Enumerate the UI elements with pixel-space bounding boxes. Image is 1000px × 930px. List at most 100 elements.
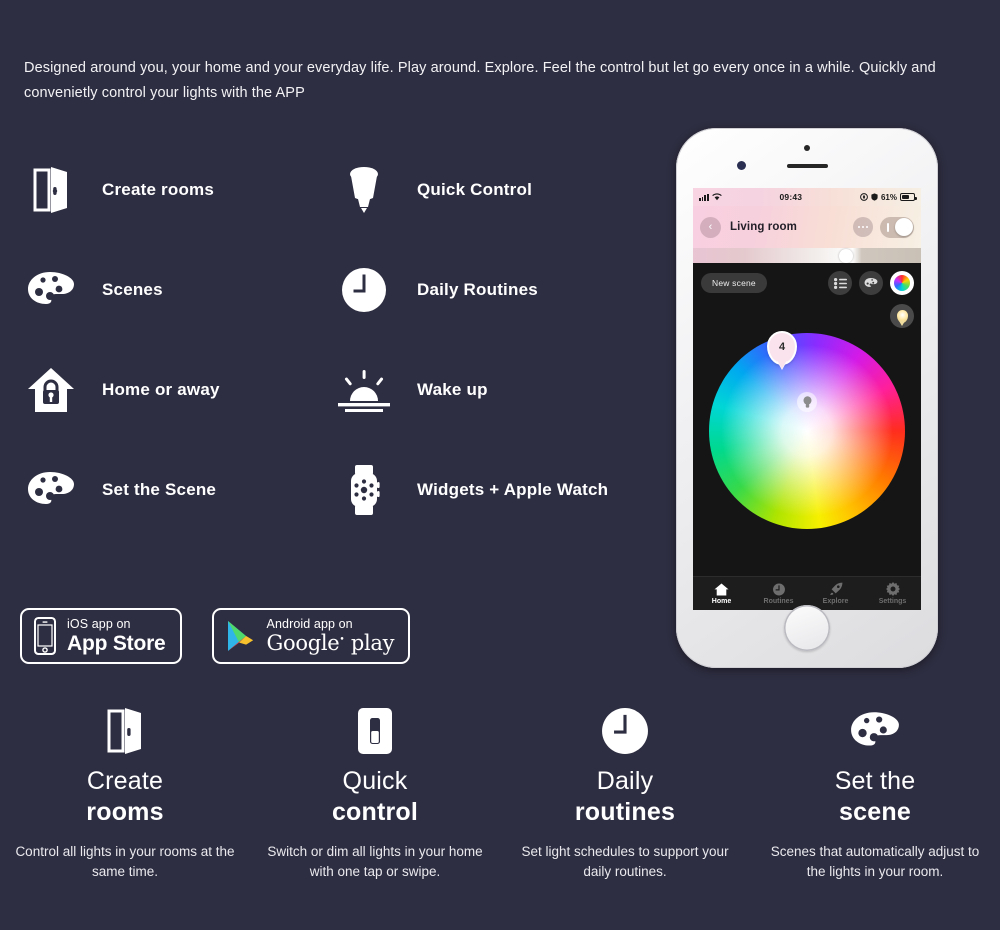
- phone-mockup: 09:43 61% ‹ Living room New scene 4 Home…: [676, 128, 938, 668]
- room-title: Living room: [730, 221, 797, 233]
- card-quick-control: Quick control Switch or dim all lights i…: [250, 702, 500, 882]
- sensor-icon: [737, 161, 746, 170]
- tab-label: Explore: [822, 598, 849, 605]
- google-play-button[interactable]: Android app on Google• play: [211, 608, 411, 664]
- card-description: Control all lights in your rooms at the …: [15, 844, 235, 879]
- card-title-line2: routines: [574, 798, 676, 826]
- card-title-line1: Create: [86, 767, 164, 795]
- light-switch-icon: [264, 702, 486, 760]
- app-store-button[interactable]: iOS app on App Store: [20, 608, 182, 664]
- feature-home-or-away[interactable]: Home or away: [0, 340, 320, 440]
- clock-icon: [772, 583, 785, 595]
- feature-row: Create rooms Quick Control: [0, 140, 660, 240]
- scene-toolbar: New scene: [693, 263, 921, 295]
- card-title-line2: rooms: [86, 798, 164, 826]
- shield-icon: [871, 193, 878, 201]
- wifi-icon: [711, 193, 722, 201]
- feature-row: Home or away Wake up: [0, 340, 660, 440]
- intro-paragraph: Designed around you, your home and your …: [24, 60, 936, 101]
- feature-create-rooms[interactable]: Create rooms: [0, 140, 320, 240]
- feature-label: Create rooms: [102, 180, 214, 199]
- card-description: Set light schedules to support your dail…: [521, 844, 729, 879]
- rocket-icon: [829, 582, 842, 595]
- feature-label: Set the Scene: [102, 480, 217, 499]
- feature-row: Set the Scene Widgets + Apple Watch: [0, 440, 660, 540]
- status-left: [699, 193, 722, 201]
- feature-label: Daily Routines: [417, 280, 538, 299]
- tab-label: Routines: [763, 597, 794, 605]
- feature-scenes[interactable]: Scenes: [0, 240, 320, 340]
- color-wheel-swatch: [894, 275, 910, 291]
- app-body: New scene 4 Home Routines Explore Settin…: [693, 263, 921, 610]
- card-create-rooms: Create rooms Control all lights in your …: [0, 702, 250, 882]
- card-title-line2: control: [331, 798, 419, 826]
- iphone-icon: [34, 617, 56, 655]
- feature-label: Wake up: [417, 380, 488, 399]
- tab-routines[interactable]: Routines: [750, 577, 807, 610]
- promo-page: Designed around you, your home and your …: [0, 0, 1000, 930]
- app-store-subtitle: iOS app on: [67, 616, 131, 631]
- color-wheel-pin-label: 4: [778, 340, 786, 353]
- apple-watch-icon: [335, 459, 393, 521]
- room-header: ‹ Living room: [693, 206, 921, 248]
- feature-quick-control[interactable]: Quick Control: [320, 140, 660, 240]
- card-title-line1: Quick: [342, 767, 408, 795]
- google-play-text: Android app on Google• play: [267, 618, 395, 655]
- feature-widgets-apple-watch[interactable]: Widgets + Apple Watch: [320, 440, 660, 540]
- feature-label: Widgets + Apple Watch: [417, 480, 609, 499]
- color-wheel-icon[interactable]: [890, 271, 914, 295]
- tab-home[interactable]: Home: [693, 577, 750, 610]
- feature-set-the-scene[interactable]: Set the Scene: [0, 440, 320, 540]
- palette-icon: [22, 459, 80, 521]
- feature-daily-routines[interactable]: Daily Routines: [320, 240, 660, 340]
- earpiece-speaker: [787, 164, 828, 168]
- power-toggle[interactable]: [880, 216, 914, 238]
- card-title-line1: Daily: [596, 767, 654, 795]
- battery-percent: 61%: [880, 192, 897, 202]
- open-door-icon: [22, 159, 80, 221]
- feature-grid: Create rooms Quick Control Scenes Daily …: [0, 140, 660, 540]
- battery-icon: [900, 193, 917, 201]
- clock-icon: [335, 259, 393, 321]
- card-set-the-scene: Set the scene Scenes that automatically …: [750, 702, 1000, 882]
- feature-label: Home or away: [102, 380, 220, 399]
- bulb-icon[interactable]: [797, 392, 817, 412]
- tab-explore[interactable]: Explore: [807, 577, 864, 610]
- phone-screen: 09:43 61% ‹ Living room New scene 4 Home…: [693, 188, 921, 610]
- color-wheel[interactable]: [709, 333, 905, 529]
- brightness-slider[interactable]: [693, 248, 921, 263]
- card-title-line2: scene: [839, 798, 911, 826]
- pin-shape: [896, 309, 908, 326]
- chevron-left-icon[interactable]: ‹: [700, 216, 721, 238]
- palette-icon[interactable]: [859, 271, 883, 295]
- google-play-title: Google• play: [266, 631, 395, 656]
- card-description: Scenes that automatically adjust to the …: [770, 844, 980, 879]
- light-bulb-icon: [335, 159, 393, 221]
- app-store-title: App Store: [67, 632, 166, 656]
- new-scene-button[interactable]: New scene: [701, 273, 767, 293]
- front-camera-icon: [804, 145, 810, 151]
- ellipsis-icon[interactable]: [853, 217, 873, 237]
- sunrise-icon: [335, 359, 393, 421]
- brightness-slider-handle[interactable]: [838, 248, 853, 263]
- tab-label: Home: [711, 597, 732, 605]
- home-button[interactable]: [784, 605, 830, 651]
- light-pin-icon[interactable]: [890, 304, 914, 328]
- app-store-text: iOS app on App Store: [67, 618, 166, 655]
- mode-buttons: [828, 271, 914, 295]
- palette-icon: [22, 259, 80, 321]
- list-icon[interactable]: [828, 271, 852, 295]
- gear-icon: [885, 582, 900, 596]
- google-play-icon: [226, 619, 256, 653]
- open-door-icon: [14, 702, 236, 760]
- feature-label: Scenes: [102, 280, 163, 299]
- feature-wake-up[interactable]: Wake up: [320, 340, 660, 440]
- store-badges: iOS app on App Store Android app on Goog…: [20, 608, 411, 664]
- card-title-line1: Set the: [834, 767, 916, 795]
- tab-label: Settings: [878, 598, 907, 605]
- card-description: Switch or dim all lights in your home wi…: [267, 844, 483, 879]
- house-lock-icon: [22, 359, 80, 421]
- feature-row: Scenes Daily Routines: [0, 240, 660, 340]
- status-time: 09:43: [779, 192, 803, 202]
- tab-settings[interactable]: Settings: [864, 577, 921, 610]
